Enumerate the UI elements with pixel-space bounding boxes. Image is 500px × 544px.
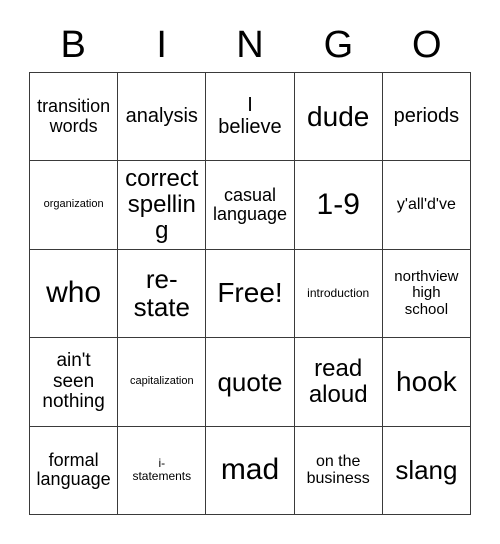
bingo-cell[interactable]: y'all'd've [382,161,471,250]
bingo-cell[interactable]: on the business [294,426,383,515]
bingo-cell[interactable]: formal language [30,426,119,515]
bingo-cell-label: introduction [307,286,370,301]
bingo-cell[interactable]: periods [382,73,471,162]
bingo-cell-label: Free! [217,277,283,309]
bingo-cell[interactable]: dude [294,73,383,162]
bingo-cell[interactable]: I believe [206,73,295,162]
bingo-cell-label: quote [217,366,283,397]
bingo-cell-label: slang [395,455,458,486]
bingo-cell-label: analysis [125,104,198,127]
bingo-cell-label: y'all'd've [396,196,456,214]
bingo-cell-label: casual language [212,184,288,225]
bingo-cell-label: ain't seen nothing [42,350,105,413]
bingo-cell-label: I believe [218,94,282,138]
bingo-cell[interactable]: casual language [206,161,295,250]
bingo-cell[interactable]: transition words [30,73,119,162]
bingo-cell-label: capitalization [129,374,194,387]
bingo-free-space[interactable]: Free! [206,249,295,339]
bingo-cell-label: re- state [133,264,190,323]
bingo-cell-label: correct spelling [125,165,199,245]
bingo-grid: transition words analysis I believe dude… [29,72,471,515]
bingo-cell[interactable]: capitalization [118,338,207,427]
bingo-header-letter-i: I [156,24,167,66]
bingo-header-letter-n: N [236,24,264,66]
bingo-cell-label: on the business [306,453,370,488]
bingo-cell-label: 1-9 [316,187,360,221]
bingo-cell-label: periods [393,104,460,127]
bingo-header-row: B I N G O [29,18,471,72]
bingo-cell-label: dude [307,100,370,132]
bingo-cell[interactable]: 1-9 [294,161,383,250]
bingo-cell-label: i- statements [132,456,192,484]
bingo-cell[interactable]: correct spelling [118,161,207,250]
bingo-cell-label: formal language [36,449,111,490]
bingo-cell-label: who [46,276,102,310]
bingo-header-letter-o: O [412,24,442,66]
bingo-cell[interactable]: ain't seen nothing [30,338,119,427]
bingo-header-letter-b: B [60,24,86,66]
bingo-header-letter-g: G [323,24,354,66]
bingo-cell[interactable]: organization [30,161,119,250]
bingo-cell-label: read aloud [308,354,368,408]
bingo-cell[interactable]: slang [382,426,471,515]
bingo-cell[interactable]: read aloud [294,338,383,427]
bingo-card: B I N G O transition words analysis I be… [0,0,500,544]
bingo-cell[interactable]: quote [206,338,295,427]
bingo-cell[interactable]: analysis [118,73,207,162]
bingo-cell[interactable]: mad [206,426,295,515]
bingo-cell-label: mad [220,453,280,487]
bingo-cell[interactable]: i- statements [118,426,207,515]
bingo-cell[interactable]: who [30,249,119,339]
bingo-cell-label: organization [43,198,104,211]
bingo-cell[interactable]: northview high school [382,249,471,339]
bingo-cell-label: transition words [37,96,111,136]
bingo-cell-label: hook [396,365,457,397]
bingo-cell[interactable]: hook [382,338,471,427]
bingo-cell[interactable]: re- state [118,249,207,339]
bingo-cell[interactable]: introduction [294,249,383,339]
bingo-cell-label: northview high school [394,268,459,318]
